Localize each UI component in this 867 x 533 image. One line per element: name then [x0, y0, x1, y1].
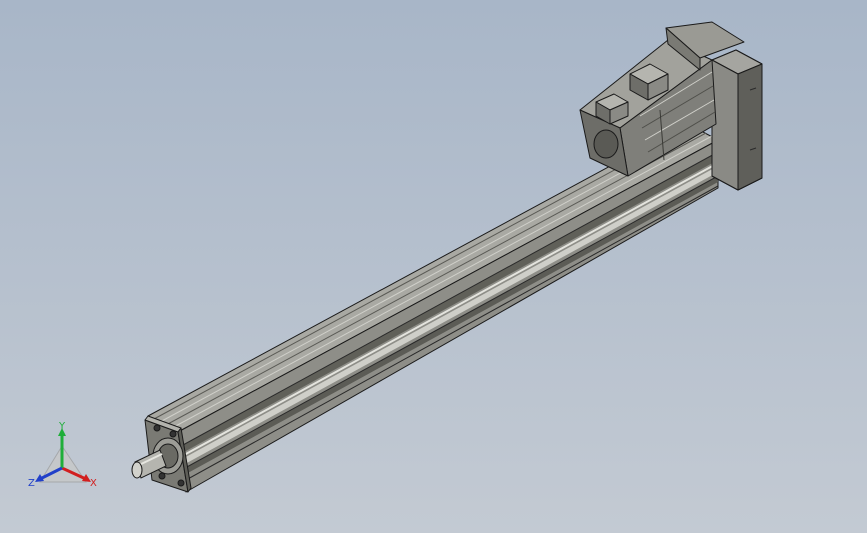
y-axis-label: Y — [58, 421, 66, 432]
linear-actuator-model[interactable]: X Y Z — [0, 0, 867, 533]
z-axis-label: Z — [28, 478, 35, 489]
front-plate-bolt — [177, 479, 185, 487]
orientation-triad[interactable]: X Y Z — [28, 421, 97, 489]
rear-housing[interactable] — [711, 49, 763, 191]
x-axis-label: X — [90, 478, 97, 489]
front-plate-bolt — [169, 430, 177, 438]
actuator-extrusion[interactable] — [147, 123, 719, 493]
shaft-end-face — [131, 461, 143, 479]
front-plate-bolt — [153, 424, 161, 432]
3d-graphics-viewport[interactable]: X Y Z — [0, 0, 867, 533]
